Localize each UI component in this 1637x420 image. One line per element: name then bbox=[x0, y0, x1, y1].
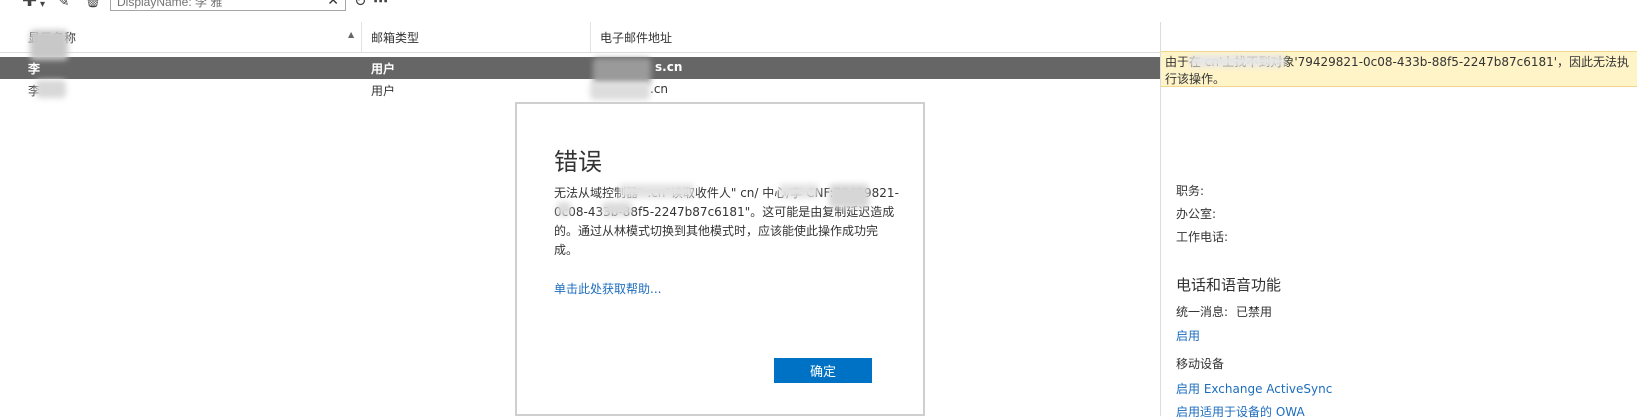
row-display-name: 李 bbox=[28, 62, 41, 76]
unified-messaging-value: 已禁用 bbox=[1236, 305, 1273, 319]
row-email: .cn bbox=[650, 82, 669, 96]
dialog-title: 错误 bbox=[554, 148, 602, 176]
enable-owa-devices-link[interactable]: 启用适用于设备的 OWA bbox=[1176, 403, 1305, 420]
redaction-blur bbox=[557, 202, 571, 216]
unified-messaging-label: 统一消息: bbox=[1176, 305, 1229, 319]
redaction-blur bbox=[1189, 55, 1285, 67]
table-row[interactable]: 李 用户 .cn bbox=[0, 79, 1160, 101]
column-divider[interactable] bbox=[590, 22, 591, 52]
grid-header: 显示名称 ▲ 邮箱类型 电子邮件地址 bbox=[0, 22, 1160, 53]
help-link[interactable]: 单击此处获取帮助... bbox=[554, 280, 661, 297]
field-work-phone: 工作电话: bbox=[1176, 230, 1229, 244]
edit-icon[interactable]: ✎ bbox=[57, 0, 70, 10]
add-icon[interactable]: ✚ bbox=[22, 0, 37, 10]
mobile-devices-title: 移动设备 bbox=[1176, 357, 1225, 371]
field-office: 办公室: bbox=[1176, 207, 1217, 221]
field-job-title: 职务: bbox=[1176, 184, 1205, 198]
sort-ascending-icon[interactable]: ▲ bbox=[348, 30, 354, 39]
delete-icon[interactable]: 🗑 bbox=[84, 0, 102, 10]
row-email: s.cn bbox=[655, 60, 683, 74]
more-icon[interactable]: ⋯ bbox=[373, 0, 388, 10]
row-mailbox-type: 用户 bbox=[371, 84, 396, 98]
redaction-blur bbox=[619, 184, 694, 198]
ok-button[interactable]: 确定 bbox=[774, 358, 872, 383]
redaction-blur bbox=[36, 80, 66, 98]
dropdown-caret-icon[interactable]: ▾ bbox=[40, 0, 45, 14]
toolbar: ✚ ▾ ✎ 🗑 ✕ ↻ ⋯ bbox=[0, 0, 1637, 14]
redaction-blur bbox=[829, 184, 869, 208]
details-pane: 由于在 cn'上找不到对象'79429821-0c08-433b-88f5-22… bbox=[1160, 22, 1637, 419]
phone-voice-section-title: 电话和语音功能 bbox=[1176, 276, 1282, 294]
table-row[interactable]: 李 用户 s.cn bbox=[0, 57, 1160, 79]
enable-um-link[interactable]: 启用 bbox=[1176, 327, 1200, 344]
error-dialog: 错误 无法从域控制器" .cn"读取收件人" cn/ 中心/李 CNF:7942… bbox=[515, 102, 925, 416]
search-input[interactable] bbox=[117, 0, 312, 10]
column-divider[interactable] bbox=[361, 22, 362, 52]
enable-activesync-link[interactable]: 启用 Exchange ActiveSync bbox=[1176, 380, 1332, 397]
redaction-blur bbox=[779, 184, 819, 198]
row-mailbox-type: 用户 bbox=[371, 62, 396, 76]
redaction-blur bbox=[590, 82, 650, 100]
redaction-blur bbox=[30, 30, 68, 60]
redaction-blur bbox=[593, 58, 651, 84]
column-header-mailbox-type[interactable]: 邮箱类型 bbox=[371, 29, 419, 46]
column-header-email[interactable]: 电子邮件地址 bbox=[600, 29, 672, 46]
search-box[interactable]: ✕ bbox=[110, 0, 346, 11]
refresh-icon[interactable]: ↻ bbox=[354, 0, 367, 10]
redaction-blur bbox=[602, 202, 632, 216]
clear-search-icon[interactable]: ✕ bbox=[327, 0, 339, 10]
